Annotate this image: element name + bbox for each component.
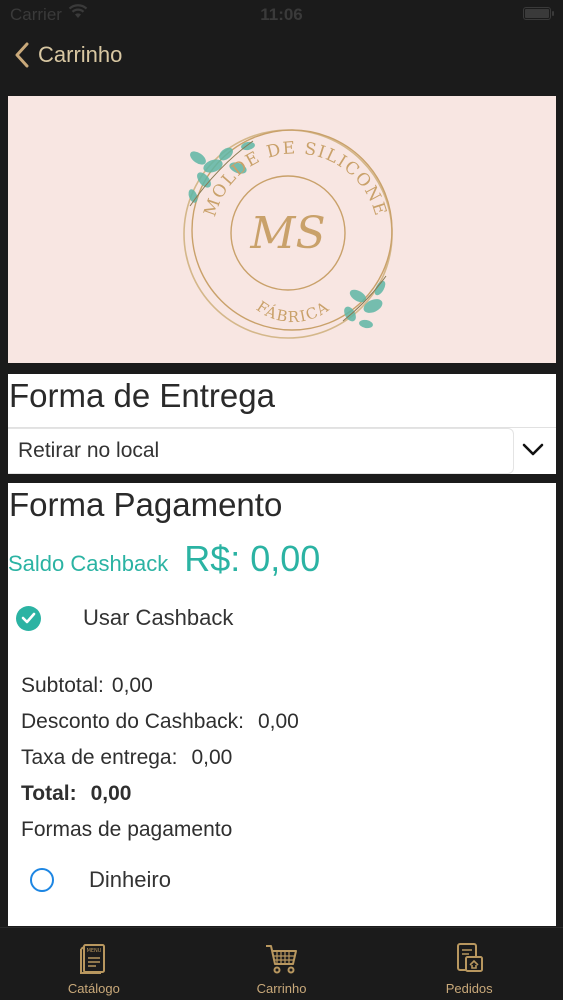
clock: 11:06: [260, 5, 303, 24]
orders-icon: [457, 943, 484, 972]
store-banner: MOLDE DE SILICONE FÁBRICA MS: [8, 96, 556, 363]
radio-button[interactable]: [30, 868, 54, 892]
tab-orders-label: Pedidos: [445, 981, 493, 996]
tab-catalog-label: Catálogo: [67, 981, 120, 996]
chevron-left-icon: [15, 42, 29, 68]
menu-card-icon: MENU: [79, 944, 105, 974]
delivery-select-value[interactable]: Retirar no local: [8, 428, 514, 474]
brand-logo: MOLDE DE SILICONE FÁBRICA MS: [183, 129, 393, 339]
use-cashback-label: Usar Cashback: [83, 605, 234, 630]
fee-label: Taxa de entrega:: [21, 746, 178, 769]
fee-row: Taxa de entrega: 0,00: [21, 745, 299, 781]
back-button-label: Carrinho: [38, 42, 123, 67]
back-button[interactable]: Carrinho: [14, 42, 122, 68]
cart-icon: [265, 945, 297, 974]
subtotal-value: 0,00: [111, 674, 153, 697]
subtotal-row: Subtotal: 0,00: [21, 673, 299, 709]
chevron-down-icon[interactable]: [522, 443, 544, 457]
cashback-label: Saldo Cashback: [8, 551, 169, 576]
cashback-balance: Saldo Cashback R$: 0,00: [8, 538, 320, 580]
battery-icon: [523, 7, 554, 20]
navigation-bar: Carrinho: [0, 30, 563, 88]
svg-text:MENU: MENU: [86, 948, 101, 954]
total-value: 0,00: [90, 782, 132, 805]
delivery-title: Forma de Entrega: [9, 377, 275, 414]
subtotal-label: Subtotal:: [21, 674, 104, 697]
payment-title: Forma Pagamento: [9, 486, 283, 523]
tab-cart[interactable]: Carrinho: [188, 928, 376, 1000]
payment-section: Forma Pagamento Saldo Cashback R$: 0,00 …: [8, 483, 556, 926]
status-bar: Carrier 11:06: [0, 0, 563, 30]
payment-methods-label: Formas de pagamento: [21, 818, 233, 841]
tab-bar: MENU Catálogo Carrinho Pedidos: [0, 927, 563, 1000]
cashback-value: R$: 0,00: [184, 538, 321, 579]
total-label: Total:: [21, 782, 77, 805]
discount-value: 0,00: [257, 710, 299, 733]
order-summary: Subtotal: 0,00 Desconto do Cashback: 0,00 …: [21, 673, 299, 853]
delivery-select[interactable]: Retirar no local: [8, 427, 556, 474]
tab-catalog[interactable]: MENU Catálogo: [0, 928, 188, 1000]
tab-orders[interactable]: Pedidos: [375, 928, 563, 1000]
discount-row: Desconto do Cashback: 0,00: [21, 709, 299, 745]
fee-value: 0,00: [191, 746, 233, 769]
use-cashback-checkbox[interactable]: Usar Cashback: [16, 605, 233, 631]
brand-monogram: MS: [249, 208, 325, 259]
discount-label: Desconto do Cashback:: [21, 710, 244, 733]
payment-option-label: Dinheiro: [89, 867, 171, 892]
delivery-section: Forma de Entrega Retirar no local: [8, 374, 556, 474]
brand-bottom-text: FÁBRICA: [253, 297, 331, 326]
total-row: Total: 0,00: [21, 781, 299, 817]
tab-cart-label: Carrinho: [256, 981, 307, 996]
svg-text:FÁBRICA: FÁBRICA: [253, 297, 333, 326]
check-icon[interactable]: [16, 605, 41, 631]
payment-option-cash[interactable]: Dinheiro: [30, 867, 171, 893]
